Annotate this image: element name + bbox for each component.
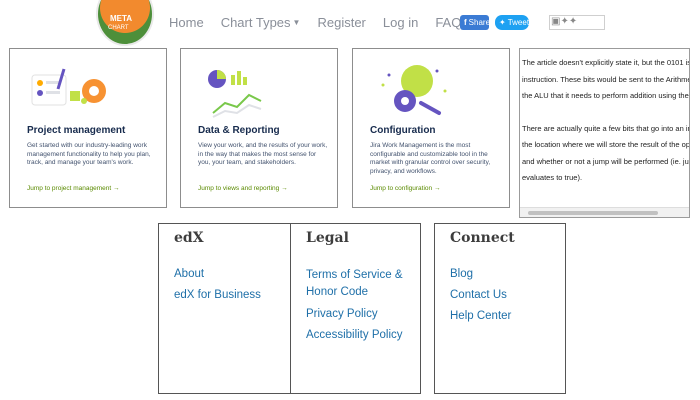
gear-wrench-icon (381, 65, 447, 115)
article-scroll-panel[interactable]: The article doesn't explicitly state it,… (519, 48, 690, 218)
footer-column-connect: Connect Blog Contact Us Help Center (434, 223, 566, 394)
footer-link-privacy-policy[interactable]: Privacy Policy (306, 307, 411, 322)
facebook-icon: f (464, 18, 467, 27)
card-description: Get started with our industry-leading wo… (27, 142, 151, 166)
article-line: instruction. These bits would be sent to… (522, 74, 689, 84)
card-link[interactable]: Jump to project management → (27, 185, 120, 192)
footer-link-edx-for-business[interactable]: edX for Business (174, 288, 261, 303)
logo-text: META (110, 14, 133, 23)
twitter-tweet-label: Tweet (507, 18, 530, 27)
footer-links: Blog Contact Us Help Center (450, 267, 511, 330)
footer-links: About edX for Business (174, 267, 261, 309)
gear-gauge-icon (31, 68, 106, 106)
search-widget-icon: ▣✦✦ (551, 16, 578, 27)
footer-link-about[interactable]: About (174, 267, 261, 282)
card-description: View your work, and the results of your … (198, 142, 328, 166)
article-line: the ALU that it needs to perform additio… (522, 91, 689, 100)
feature-card-project-management: Project management Get started with our … (9, 48, 167, 208)
facebook-share-label: Share (468, 18, 491, 27)
footer-links: Terms of Service & Honor Code Privacy Po… (306, 267, 411, 349)
article-paragraph: There are actually quite a few bits that… (522, 121, 690, 187)
feature-card-data-reporting: Data & Reporting View your work, and the… (180, 48, 338, 208)
card-description: Jira Work Management is the most configu… (370, 142, 491, 175)
footer-link-contact-us[interactable]: Contact Us (450, 288, 511, 303)
nav-home[interactable]: Home (169, 15, 204, 30)
footer-heading: Connect (450, 230, 515, 246)
card-link[interactable]: Jump to configuration → (370, 185, 440, 192)
site-logo[interactable]: META CHART (96, 0, 154, 46)
footer-link-blog[interactable]: Blog (450, 267, 511, 282)
footer-column-edx: edX About edX for Business (158, 223, 291, 394)
search-input[interactable]: ▣✦✦ (549, 15, 605, 30)
article-line: The article doesn't explicitly state it,… (522, 58, 689, 67)
main-nav: Home Chart Types ▼ Register Log in FAQ (169, 15, 478, 30)
line-chart-icon (208, 70, 262, 118)
footer-link-help-center[interactable]: Help Center (450, 309, 511, 324)
horizontal-scrollbar[interactable] (520, 207, 689, 217)
card-title: Configuration (370, 125, 436, 136)
article-line: and whether or not a jump will be perfor… (522, 156, 689, 166)
nav-chart-types[interactable]: Chart Types ▼ (221, 15, 301, 30)
logo-subtext: CHART (108, 25, 129, 31)
scrollbar-thumb[interactable] (528, 211, 658, 215)
twitter-bird-icon: ✦ (499, 18, 506, 27)
article-line: the location where we will store the res… (522, 140, 690, 149)
twitter-tweet-button[interactable]: ✦ Tweet (495, 15, 529, 30)
article-line: evaluates to true). (522, 173, 583, 182)
nav-faq[interactable]: FAQ (435, 15, 461, 30)
nav-chart-types-label: Chart Types (220, 15, 291, 30)
nav-login[interactable]: Log in (383, 15, 418, 30)
card-link[interactable]: Jump to views and reporting → (198, 185, 288, 192)
share-buttons: f Share ✦ Tweet (460, 15, 529, 30)
article-line: There are actually quite a few bits that… (522, 123, 689, 133)
footer-heading: edX (174, 230, 204, 246)
nav-register[interactable]: Register (317, 15, 365, 30)
feature-card-configuration: Configuration Jira Work Management is th… (352, 48, 510, 208)
chevron-down-icon: ▼ (292, 18, 301, 27)
article-paragraph: The article doesn't explicitly state it,… (522, 55, 689, 105)
footer-link-accessibility-policy[interactable]: Accessibility Policy (306, 328, 411, 343)
top-navigation-bar: META CHART Home Chart Types ▼ Register Lo… (0, 0, 700, 46)
footer-column-legal: Legal Terms of Service & Honor Code Priv… (290, 223, 421, 394)
footer-link-terms[interactable]: Terms of Service & Honor Code (306, 267, 411, 301)
footer-heading: Legal (306, 230, 349, 246)
facebook-share-button[interactable]: f Share (460, 15, 491, 30)
card-title: Project management (27, 125, 126, 136)
article-text: The article doesn't explicitly state it,… (522, 55, 690, 203)
card-title: Data & Reporting (198, 125, 280, 136)
